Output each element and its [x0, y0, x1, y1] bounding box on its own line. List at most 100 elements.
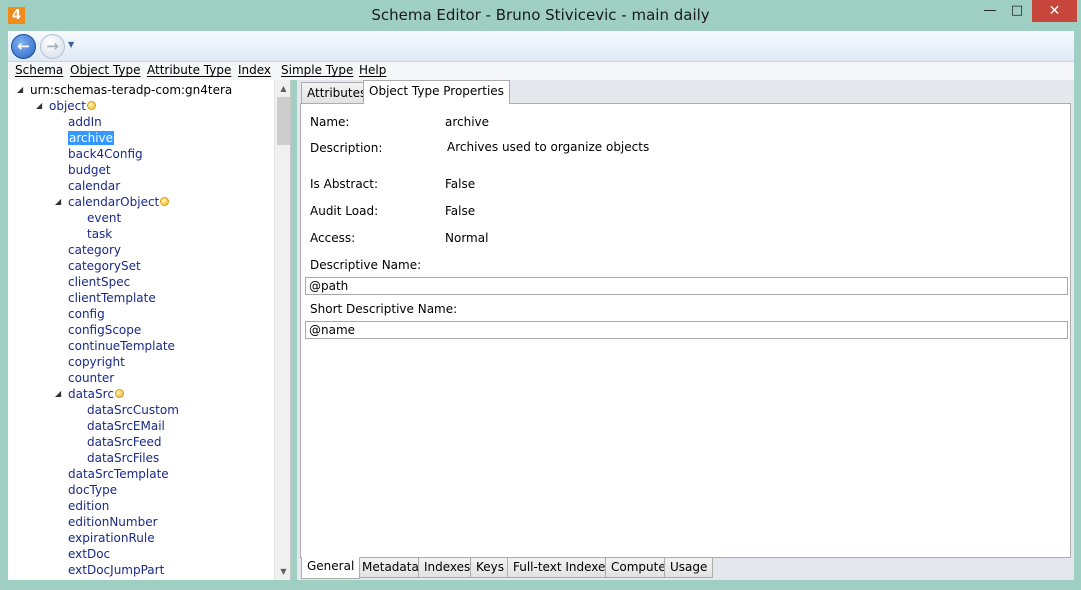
tree-node[interactable]: budget: [68, 162, 111, 178]
menu-schema[interactable]: Schema: [15, 63, 63, 77]
tree-node[interactable]: clientTemplate: [68, 290, 156, 306]
expander-icon[interactable]: ◢: [55, 386, 61, 402]
tab-attributes[interactable]: Attributes: [301, 82, 373, 103]
navigation-toolbar: ← → ▼: [8, 31, 1074, 62]
tree-node[interactable]: copyright: [68, 354, 125, 370]
tree-node[interactable]: edition: [68, 498, 109, 514]
general-properties: Name: archive Description: Archives used…: [300, 103, 1071, 558]
tree-node-label: dataSrcCustom: [87, 403, 179, 417]
tree-node[interactable]: back4Config: [68, 146, 143, 162]
tree-node[interactable]: expirationRule: [68, 530, 155, 546]
tree-node[interactable]: extDoc: [68, 546, 110, 562]
tree-node-label: categorySet: [68, 259, 141, 273]
access-label: Access:: [310, 231, 356, 245]
schema-tree[interactable]: ◢ urn:schemas-teradp-com:gn4tera ◢ object ad…: [8, 80, 291, 580]
tree-node[interactable]: dataSrcEMail: [87, 418, 165, 434]
tree-node[interactable]: dataSrcFiles: [87, 450, 159, 466]
back-arrow-icon[interactable]: ←: [11, 34, 36, 59]
menu-help[interactable]: Help: [359, 63, 386, 77]
tree-node[interactable]: dataSrcCustom: [87, 402, 179, 418]
audit-load-label: Audit Load:: [310, 204, 379, 218]
tree-node-label: counter: [68, 371, 115, 385]
tree-node-object[interactable]: ◢ object: [36, 98, 96, 114]
scroll-up-icon[interactable]: ▲: [275, 80, 290, 97]
tree-node[interactable]: ◢ calendarObject: [55, 194, 170, 210]
tree-node-label: configScope: [68, 323, 142, 337]
tree-node-label: archive: [68, 131, 115, 145]
tree-node[interactable]: dataSrcFeed: [87, 434, 162, 450]
tab-general[interactable]: General: [301, 557, 361, 579]
tree-node[interactable]: category: [68, 242, 121, 258]
tree-node[interactable]: event: [87, 210, 121, 226]
is-abstract-value[interactable]: False: [445, 177, 475, 191]
forward-arrow-icon[interactable]: →: [40, 34, 65, 59]
name-value[interactable]: archive: [445, 115, 489, 129]
tab-indexes[interactable]: Indexes: [418, 558, 477, 578]
tree-node[interactable]: clientSpec: [68, 274, 130, 290]
menu-bar: Schema Object Type Attribute Type Index …: [8, 62, 1074, 80]
close-button[interactable]: ✕: [1032, 0, 1077, 22]
tree-node[interactable]: calendar: [68, 178, 120, 194]
tree-node-label: docType: [68, 483, 118, 497]
tree-node-label: dataSrc: [68, 387, 114, 401]
tree-node[interactable]: extDocJumpPart: [68, 562, 164, 578]
tab-full-text-indexes[interactable]: Full-text Indexes: [507, 558, 618, 578]
app-window: 4 Schema Editor - Bruno Stivicevic - mai…: [0, 0, 1081, 590]
expander-icon[interactable]: ◢: [36, 98, 42, 114]
tree-node[interactable]: addIn: [68, 114, 102, 130]
name-label: Name:: [310, 115, 350, 129]
description-value[interactable]: Archives used to organize objects: [447, 140, 649, 154]
menu-attribute-type[interactable]: Attribute Type: [147, 63, 231, 77]
descriptive-name-field[interactable]: @path: [305, 277, 1068, 295]
menu-simple-type[interactable]: Simple Type: [281, 63, 353, 77]
short-descriptive-name-field[interactable]: @name: [305, 321, 1068, 339]
tree-node[interactable]: ◢ dataSrc: [55, 386, 124, 402]
short-descriptive-name-label: Short Descriptive Name:: [310, 302, 458, 316]
tab-metadata[interactable]: Metadata: [356, 558, 425, 578]
tab-usage[interactable]: Usage: [664, 558, 714, 578]
tree-node-label: calendarObject: [68, 195, 160, 209]
tree-node-label: dataSrcTemplate: [68, 467, 169, 481]
tree-node[interactable]: categorySet: [68, 258, 141, 274]
top-tab-strip: Attributes Object Type Properties: [297, 80, 1074, 104]
maximize-button[interactable]: □: [1002, 0, 1032, 22]
tree-node-label: dataSrcFiles: [87, 451, 160, 465]
tree-node[interactable]: docType: [68, 482, 117, 498]
menu-index[interactable]: Index: [238, 63, 271, 77]
tree-node[interactable]: editionNumber: [68, 514, 158, 530]
tree-node-label: event: [87, 211, 122, 225]
tree-node[interactable]: configScope: [68, 322, 141, 338]
tree-node-label: dataSrcFeed: [87, 435, 162, 449]
tree-node-label: calendar: [68, 179, 121, 193]
tree-root-node[interactable]: ◢ urn:schemas-teradp-com:gn4tera: [17, 82, 232, 98]
scroll-thumb[interactable]: [277, 97, 290, 145]
object-type-badge-icon: [114, 389, 124, 398]
expander-icon[interactable]: ◢: [55, 194, 61, 210]
object-type-badge-icon: [86, 101, 96, 110]
tree-node[interactable]: dataSrcTemplate: [68, 466, 169, 482]
tree-node-label: clientTemplate: [68, 291, 156, 305]
tree-scrollbar[interactable]: ▲ ▼: [274, 80, 290, 580]
tree-node[interactable]: counter: [68, 370, 114, 386]
tree-node-label: continueTemplate: [68, 339, 175, 353]
tab-compute[interactable]: Compute: [605, 558, 672, 578]
tree-node[interactable]: task: [87, 226, 112, 242]
tree-node-label: extDoc: [68, 547, 111, 561]
access-value[interactable]: Normal: [445, 231, 488, 245]
tree-node[interactable]: archive: [68, 130, 115, 146]
bottom-tab-strip: General Metadata Indexes Keys Full-text …: [297, 557, 1074, 580]
tab-object-type-properties[interactable]: Object Type Properties: [363, 80, 510, 104]
descriptive-name-label: Descriptive Name:: [310, 258, 422, 272]
history-dropdown-icon[interactable]: ▼: [68, 40, 74, 49]
tree-node-label: copyright: [68, 355, 125, 369]
audit-load-value[interactable]: False: [445, 204, 475, 218]
tree-node-label: back4Config: [68, 147, 143, 161]
title-bar[interactable]: 4 Schema Editor - Bruno Stivicevic - mai…: [0, 0, 1081, 31]
minimize-button[interactable]: —: [975, 0, 1005, 22]
menu-object-type[interactable]: Object Type: [70, 63, 140, 77]
scroll-down-icon[interactable]: ▼: [275, 563, 290, 580]
expander-icon[interactable]: ◢: [17, 82, 23, 98]
tab-keys[interactable]: Keys: [470, 558, 511, 578]
tree-node[interactable]: config: [68, 306, 105, 322]
tree-node[interactable]: continueTemplate: [68, 338, 175, 354]
